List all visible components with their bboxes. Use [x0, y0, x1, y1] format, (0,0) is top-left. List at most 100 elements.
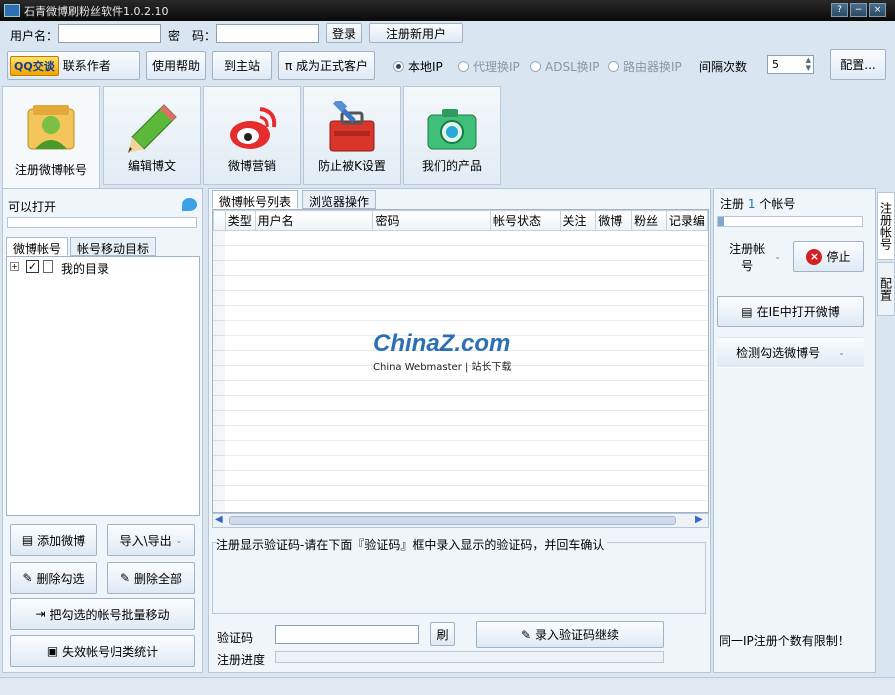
tab-move-target[interactable]: 帐号移动目标 — [70, 237, 157, 256]
register-count-fill — [718, 217, 724, 226]
check-weibo-dropdown[interactable]: 检测勾选微博号 ⌄ — [717, 337, 864, 368]
col-record[interactable]: 记录编 — [665, 210, 708, 231]
scroll-left-icon[interactable]: ◀ — [215, 514, 223, 525]
username-label: 用户名： — [10, 29, 59, 43]
expand-icon[interactable]: + — [10, 262, 19, 271]
password-input[interactable] — [216, 24, 319, 43]
config-button[interactable]: 配置... — [830, 49, 886, 80]
tab-account-list[interactable]: 微博帐号列表 — [212, 190, 299, 209]
col-password[interactable]: 密码 — [372, 210, 491, 231]
tab-anti-ban-settings[interactable]: 防止被K设置 — [303, 86, 401, 185]
add-icon: ▤ — [21, 533, 34, 547]
col-username[interactable]: 用户名 — [254, 210, 374, 231]
interval-spinner[interactable]: 5 ▲ ▼ — [767, 55, 814, 74]
close-button[interactable]: × — [869, 3, 886, 17]
radio-dot — [530, 61, 541, 72]
open-in-ie-button[interactable]: ▤ 在IE中打开微博 — [717, 296, 864, 327]
register-user-button[interactable]: 注册新用户 — [369, 23, 463, 43]
pencil-icon — [128, 104, 177, 153]
vtab-config[interactable]: 配置 — [877, 262, 895, 316]
scrollbar-thumb[interactable] — [229, 516, 676, 525]
tab-weibo-marketing[interactable]: 微博营销 — [203, 86, 301, 185]
radio-proxy-ip[interactable]: 代理换IP — [458, 58, 520, 75]
tree-root-label[interactable]: 我的目录 — [61, 260, 109, 277]
check-weibo-label: 检测勾选微博号 — [736, 346, 821, 360]
weibo-logo-icon — [230, 107, 277, 149]
row-indicator-header — [213, 210, 226, 231]
minimize-button[interactable]: − — [850, 3, 867, 17]
radio-dot — [393, 61, 404, 72]
reg-count-suffix: 个帐号 — [759, 197, 796, 211]
tab-label: 微博营销 — [227, 159, 276, 173]
help-button[interactable]: 使用帮助 — [146, 51, 206, 80]
chat-bubble-icon — [182, 198, 197, 211]
tab-register-account[interactable]: 注册微博帐号 — [2, 86, 100, 188]
watermark: ChinaZ.com China Webmaster | 站长下载 — [373, 330, 512, 373]
scroll-right-icon[interactable]: ▶ — [695, 514, 703, 525]
stop-icon: × — [806, 248, 823, 265]
batch-move-label: 把勾选的帐号批量移动 — [49, 607, 170, 622]
captcha-group-title: 注册显示验证码-请在下面『验证码』框中录入显示的验证码，并回车确认 — [216, 536, 608, 553]
username-input[interactable] — [58, 24, 161, 43]
import-export-button[interactable]: 导入\导出 ⌄ — [107, 524, 195, 556]
batch-move-button[interactable]: ⇥ 把勾选的帐号批量移动 — [10, 598, 195, 630]
interval-value: 5 — [772, 58, 779, 71]
window-title: 石青微博刷粉丝软件1.0.2.10 — [24, 5, 169, 18]
radio-local-ip[interactable]: 本地IP — [393, 58, 443, 75]
checkbox-checked-icon[interactable]: ✓ — [26, 260, 39, 273]
radio-local-ip-label: 本地IP — [408, 60, 443, 74]
watermark-main: ChinaZ.com — [373, 330, 511, 357]
title-bar: 石青微博刷粉丝软件1.0.2.10 ? − × — [0, 0, 895, 21]
register-progress-bar — [275, 651, 664, 663]
account-grid[interactable]: 类型 用户名 密码 帐号状态 关注 微博 粉丝 记录编 ChinaZ.com C… — [212, 209, 709, 513]
radio-router-ip[interactable]: 路由器换IP — [608, 58, 682, 75]
app-icon — [4, 4, 20, 17]
vtab-register-account[interactable]: 注册帐号 — [877, 192, 895, 260]
tab-our-products[interactable]: 我们的产品 — [403, 86, 501, 185]
stop-button[interactable]: × 停止 — [793, 241, 864, 272]
status-bar — [0, 677, 895, 695]
become-customer-button[interactable]: π 成为正式客户 — [278, 51, 375, 80]
import-export-label: 导入\导出 — [119, 533, 172, 548]
spinner-arrows-icon[interactable]: ▲ ▼ — [806, 56, 811, 72]
home-site-button[interactable]: 到主站 — [212, 51, 272, 80]
radio-adsl-ip[interactable]: ADSL换IP — [530, 58, 600, 75]
interval-label: 间隔次数 — [699, 60, 748, 74]
col-fans[interactable]: 粉丝 — [631, 210, 667, 231]
open-in-ie-label: 在IE中打开微博 — [756, 305, 840, 319]
watermark-sub: China Webmaster | 站长下载 — [373, 362, 512, 373]
chevron-down-icon: ⌄ — [774, 252, 781, 261]
progress-label: 注册进度 — [217, 653, 266, 667]
col-type[interactable]: 类型 — [224, 210, 256, 231]
delete-all-label: 删除全部 — [134, 571, 183, 586]
col-follow[interactable]: 关注 — [559, 210, 597, 231]
tab-weibo-accounts[interactable]: 微博帐号 — [6, 237, 69, 256]
edit-icon: ✎ — [520, 627, 532, 642]
captcha-input[interactable] — [275, 625, 419, 644]
password-label: 密 码： — [168, 29, 217, 43]
invalid-stats-button[interactable]: ▣ 失效帐号归类统计 — [10, 635, 195, 667]
chevron-down-icon: ⌄ — [175, 535, 183, 545]
delete-checked-button[interactable]: ✎ 删除勾选 — [10, 562, 97, 594]
tab-browser-ops[interactable]: 浏览器操作 — [302, 190, 377, 209]
login-button[interactable]: 登录 — [326, 23, 362, 43]
submit-captcha-button[interactable]: ✎ 录入验证码继续 — [476, 621, 664, 648]
radio-proxy-ip-label: 代理换IP — [473, 60, 520, 74]
horizontal-scrollbar[interactable]: ◀ ▶ — [212, 513, 709, 528]
eraser-icon: ✎ — [119, 571, 131, 585]
help-window-button[interactable]: ? — [831, 3, 848, 17]
tab-edit-post[interactable]: 编辑博文 — [103, 86, 201, 185]
register-count-bar — [717, 216, 863, 227]
add-weibo-button[interactable]: ▤ 添加微博 — [10, 524, 97, 556]
col-weibo[interactable]: 微博 — [595, 210, 633, 231]
delete-all-button[interactable]: ✎ 删除全部 — [107, 562, 195, 594]
contact-author-label[interactable]: 联系作者 — [63, 57, 111, 74]
refresh-captcha-button[interactable]: 刷 — [430, 622, 455, 646]
col-account-status[interactable]: 帐号状态 — [489, 210, 561, 231]
qq-chat-button[interactable]: QQ交谈 — [10, 55, 59, 76]
reg-count-prefix: 注册 — [720, 197, 745, 211]
register-account-dropdown[interactable]: 注册帐号 ⌄ — [717, 241, 788, 273]
qq-contact-group[interactable]: QQ交谈 联系作者 — [7, 51, 140, 80]
radio-dot — [608, 61, 619, 72]
account-tree[interactable]: + ✓ 我的目录 — [6, 256, 200, 516]
